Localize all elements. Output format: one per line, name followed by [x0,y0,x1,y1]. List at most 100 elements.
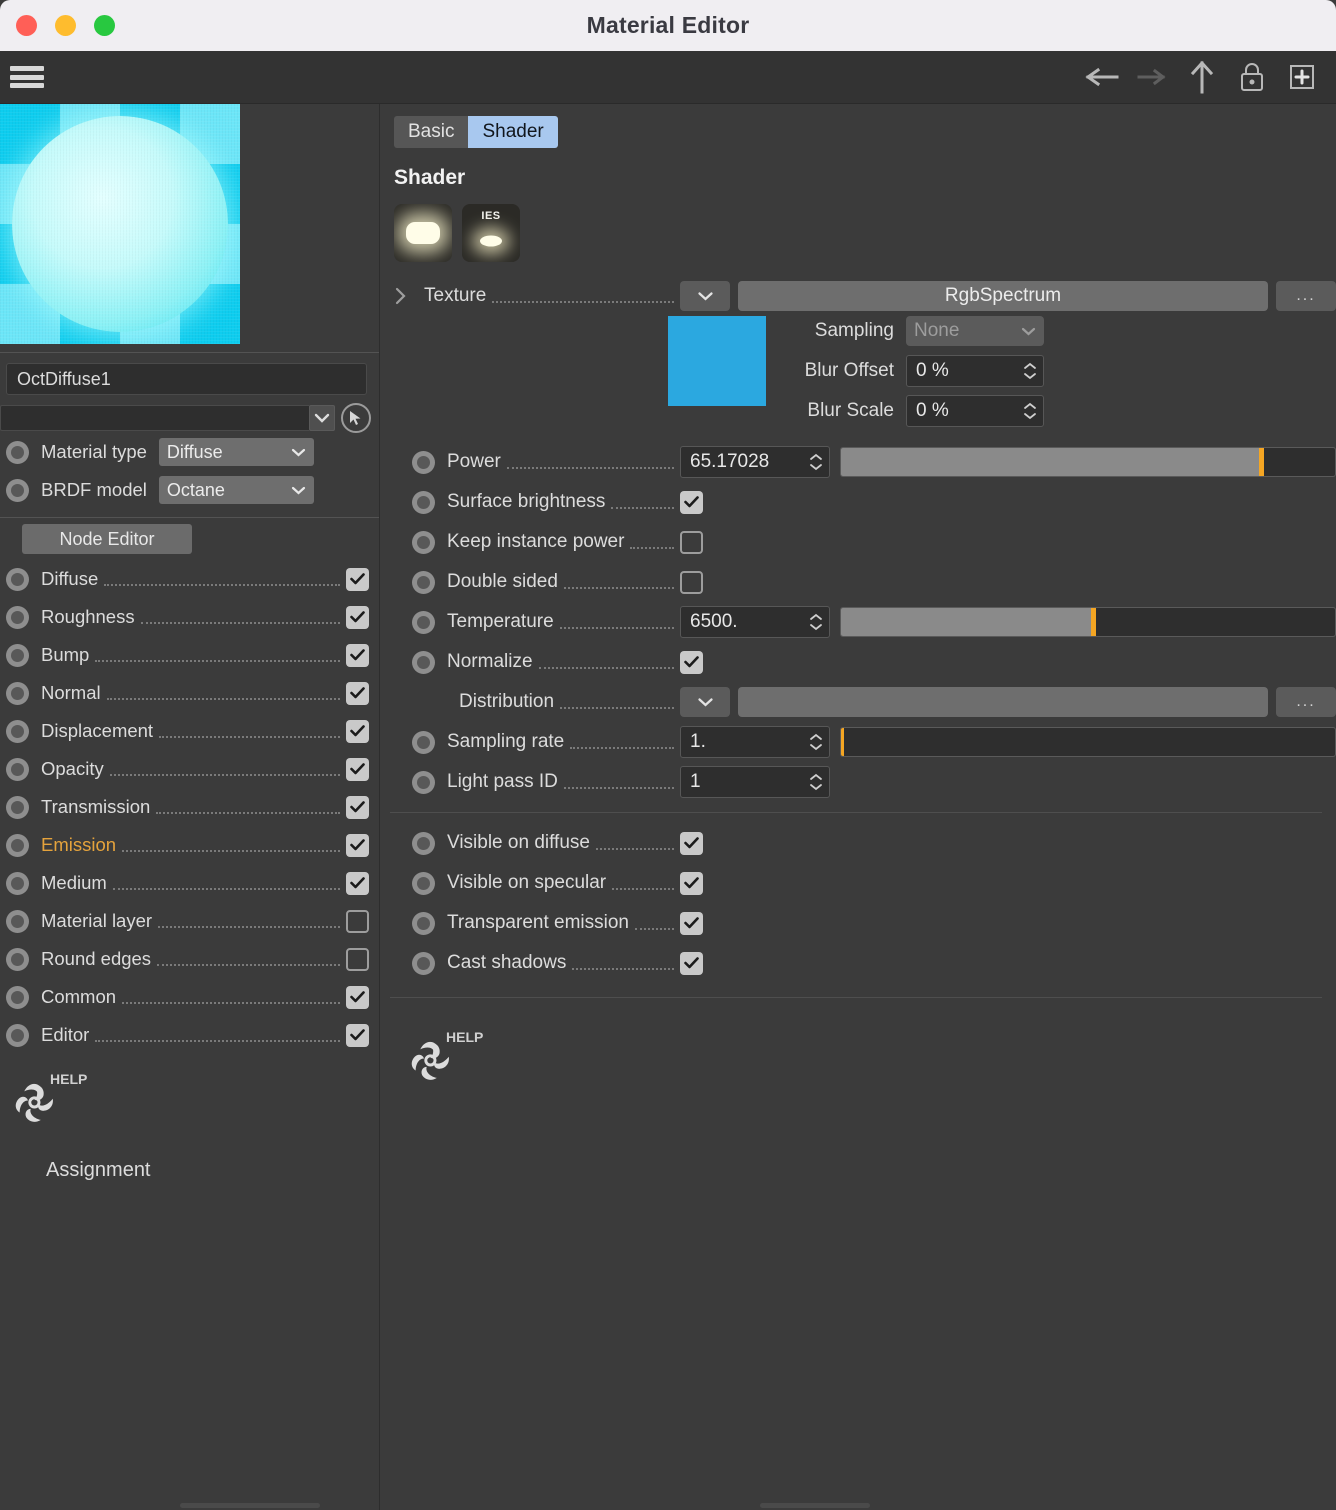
param-number-input[interactable]: 6500. [680,606,830,638]
param-slider[interactable] [840,607,1336,637]
blur-offset-input[interactable]: 0 % [906,355,1044,387]
checkbox-checked[interactable] [346,643,369,667]
param-radio[interactable] [6,605,29,629]
param-slider[interactable] [840,447,1336,477]
checkbox-checked[interactable] [346,871,369,895]
pick-cursor-icon[interactable] [341,403,371,433]
distribution-more-button[interactable]: ... [1276,687,1336,717]
param-radio[interactable] [412,490,435,514]
param-radio[interactable] [412,831,435,855]
param-radio[interactable] [412,650,435,674]
param-radio[interactable] [412,530,435,554]
tab-basic[interactable]: Basic [394,116,469,148]
brdf-model-radio[interactable] [6,478,29,502]
scrollbar-thumb-right[interactable] [760,1503,870,1508]
param-radio[interactable] [412,911,435,935]
param-radio[interactable] [6,947,29,971]
param-radio[interactable] [6,833,29,857]
param-number-input[interactable]: 1. [680,726,830,758]
material-picker-input[interactable] [0,405,309,431]
checkbox-unchecked[interactable] [680,570,703,594]
param-radio[interactable] [6,757,29,781]
scrollbar-thumb-left[interactable] [180,1503,320,1508]
checkbox-unchecked[interactable] [346,909,369,933]
light-thumb[interactable] [394,204,452,262]
stepper-icon[interactable] [1023,402,1037,420]
checkbox-checked[interactable] [346,1023,369,1047]
param-radio[interactable] [6,909,29,933]
checkbox-checked[interactable] [346,567,369,591]
param-slider[interactable] [840,727,1336,757]
stepper-icon[interactable] [1023,362,1037,380]
checkbox-checked[interactable] [680,490,703,514]
checkbox-checked[interactable] [346,795,369,819]
hamburger-menu-icon[interactable] [10,64,44,90]
back-arrow-icon[interactable] [1080,57,1124,97]
param-radio[interactable] [6,719,29,743]
checkbox-checked[interactable] [346,681,369,705]
texture-value-field[interactable]: RgbSpectrum [738,281,1268,311]
slider-fill [841,448,1261,476]
checkbox-checked[interactable] [680,871,703,895]
shader-parameters: Power 65.17028 Surface brightness Keep inst… [380,442,1336,802]
checkbox-checked[interactable] [346,833,369,857]
param-radio[interactable] [412,730,435,754]
lock-icon[interactable] [1230,57,1274,97]
param-radio[interactable] [6,643,29,667]
blur-scale-input[interactable]: 0 % [906,395,1044,427]
param-radio[interactable] [412,450,435,474]
checkbox-checked[interactable] [680,951,703,975]
chevron-down-icon[interactable] [309,405,335,431]
brdf-model-select[interactable]: Octane [158,476,314,504]
param-radio[interactable] [6,985,29,1009]
material-type-select[interactable]: Diffuse [158,438,314,466]
param-radio[interactable] [412,871,435,895]
param-radio[interactable] [412,770,435,794]
horizontal-scrollbar[interactable] [0,1502,1336,1510]
chevron-right-icon[interactable] [390,287,412,305]
param-radio[interactable] [412,570,435,594]
checkbox-checked[interactable] [680,650,703,674]
node-editor-button[interactable]: Node Editor [22,524,192,554]
add-icon[interactable] [1280,57,1324,97]
distribution-dropdown-button[interactable] [680,687,730,717]
material-preview[interactable] [0,104,240,344]
right-help-logo[interactable]: HELP [380,1008,1336,1095]
texture-more-button[interactable]: ... [1276,281,1336,311]
ies-thumb[interactable]: IES [462,204,520,262]
texture-color-swatch[interactable] [668,316,766,406]
material-name-input[interactable]: OctDiffuse1 [6,363,367,395]
checkbox-checked[interactable] [346,605,369,629]
checkbox-unchecked[interactable] [680,530,703,554]
checkbox-unchecked[interactable] [346,947,369,971]
checkbox-checked[interactable] [680,911,703,935]
param-radio[interactable] [412,951,435,975]
stepper-icon[interactable] [809,733,823,751]
stepper-icon[interactable] [809,453,823,471]
up-arrow-icon[interactable] [1180,57,1224,97]
param-radio[interactable] [6,567,29,591]
stepper-icon[interactable] [809,613,823,631]
param-radio[interactable] [6,1023,29,1047]
texture-dropdown-button[interactable] [680,281,730,311]
forward-arrow-icon[interactable] [1130,57,1174,97]
material-type-radio[interactable] [6,440,29,464]
slider-fill [841,608,1093,636]
param-radio[interactable] [6,871,29,895]
param-number-input[interactable]: 65.17028 [680,446,830,478]
stepper-icon[interactable] [809,773,823,791]
param-radio[interactable] [412,610,435,634]
left-help-logo[interactable]: HELP [0,1054,379,1137]
param-radio[interactable] [6,795,29,819]
checkbox-checked[interactable] [346,985,369,1009]
assignment-label[interactable]: Assignment [0,1137,379,1182]
titlebar: Material Editor [0,0,1336,51]
checkbox-checked[interactable] [680,831,703,855]
param-number-input[interactable]: 1 [680,766,830,798]
checkbox-checked[interactable] [346,757,369,781]
sampling-select[interactable]: None [906,316,1044,346]
tab-shader[interactable]: Shader [468,116,558,148]
param-radio[interactable] [6,681,29,705]
distribution-value-field[interactable] [738,687,1268,717]
checkbox-checked[interactable] [346,719,369,743]
